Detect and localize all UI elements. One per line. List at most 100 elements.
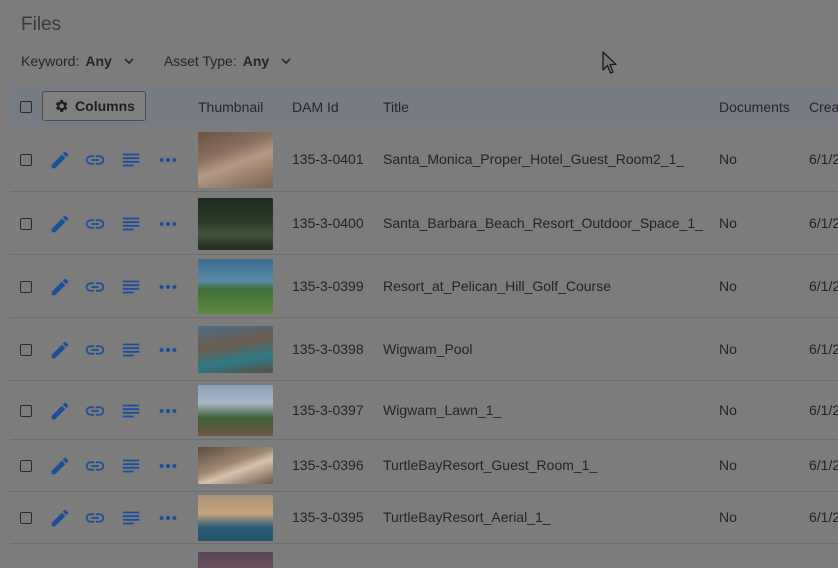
link-icon[interactable] — [84, 400, 106, 422]
files-page: Files Keyword: Any Asset Type: Any Colum… — [0, 0, 838, 568]
thumbnail-image[interactable] — [198, 132, 273, 188]
columns-button-label: Columns — [75, 98, 135, 114]
link-icon[interactable] — [84, 455, 106, 477]
thumbnail-image[interactable] — [198, 447, 273, 484]
list-icon[interactable] — [120, 400, 142, 422]
chevron-down-icon — [281, 58, 291, 65]
gear-icon — [55, 100, 68, 112]
thumbnail-image[interactable] — [198, 326, 273, 373]
table-row[interactable]: 135-3-0400 Santa_Barbara_Beach_Resort_Out… — [10, 192, 838, 255]
files-grid: Columns Thumbnail DAM Id Title Documents… — [10, 86, 838, 568]
created-cell: 6/1/2 — [809, 341, 838, 357]
pencil-icon[interactable] — [49, 213, 71, 235]
list-icon[interactable] — [120, 507, 142, 529]
documents-cell: No — [719, 151, 737, 167]
table-row[interactable]: 135-3-0399 Resort_at_Pelican_Hill_Golf_Co… — [10, 255, 838, 318]
documents-cell: No — [719, 215, 737, 231]
table-row[interactable]: 135-3-0398 Wigwam_Pool No 6/1/2 — [10, 318, 838, 381]
dam-id-column-header[interactable]: DAM Id — [292, 99, 339, 115]
pencil-icon[interactable] — [49, 400, 71, 422]
row-checkbox[interactable] — [20, 281, 32, 293]
keyword-filter-value: Any — [85, 53, 112, 69]
documents-cell: No — [719, 402, 737, 418]
page-title: Files — [21, 14, 62, 35]
link-icon[interactable] — [84, 276, 106, 298]
select-all-checkbox[interactable] — [20, 101, 32, 113]
dam-id-cell: 135-3-0397 — [292, 402, 364, 418]
link-icon[interactable] — [84, 507, 106, 529]
row-checkbox[interactable] — [20, 344, 32, 356]
table-row[interactable]: 135-3-0395 TurtleBayResort_Aerial_1_ No 6/1… — [10, 492, 838, 544]
link-icon[interactable] — [84, 339, 106, 361]
documents-cell: No — [719, 457, 737, 473]
documents-cell: No — [719, 341, 737, 357]
dam-id-cell: 135-3-0398 — [292, 341, 364, 357]
created-cell: 6/1/2 — [809, 457, 838, 473]
table-row[interactable]: 135-3-0401 Santa_Monica_Proper_Hotel_Gues… — [10, 127, 838, 192]
pencil-icon[interactable] — [49, 339, 71, 361]
mouse-cursor-icon — [602, 51, 617, 74]
dam-id-cell: 135-3-0401 — [292, 151, 364, 167]
thumbnail-image[interactable] — [198, 259, 273, 314]
dam-id-cell: 135-3-0396 — [292, 457, 364, 473]
title-cell[interactable]: Resort_at_Pelican_Hill_Golf_Course — [383, 278, 611, 294]
columns-button[interactable]: Columns — [42, 91, 146, 121]
more-horizontal-icon[interactable] — [157, 149, 179, 171]
thumbnail-image[interactable] — [198, 495, 273, 541]
table-row[interactable] — [10, 544, 838, 568]
asset-type-filter[interactable]: Asset Type: Any — [164, 53, 293, 69]
pencil-icon[interactable] — [49, 507, 71, 529]
title-cell[interactable]: Santa_Barbara_Beach_Resort_Outdoor_Space… — [383, 215, 703, 231]
more-horizontal-icon[interactable] — [157, 455, 179, 477]
keyword-filter[interactable]: Keyword: Any — [21, 53, 136, 69]
thumbnail-image[interactable] — [198, 385, 273, 436]
row-checkbox[interactable] — [20, 512, 32, 524]
documents-cell: No — [719, 278, 737, 294]
pencil-icon[interactable] — [49, 455, 71, 477]
pencil-icon[interactable] — [49, 276, 71, 298]
title-cell[interactable]: Wigwam_Pool — [383, 341, 472, 357]
table-row[interactable]: 135-3-0396 TurtleBayResort_Guest_Room_1_ N… — [10, 440, 838, 492]
more-horizontal-icon[interactable] — [157, 400, 179, 422]
asset-type-filter-label: Asset Type: — [163, 53, 237, 69]
chevron-down-icon — [124, 58, 134, 65]
dam-id-cell: 135-3-0399 — [292, 278, 364, 294]
more-horizontal-icon[interactable] — [157, 507, 179, 529]
thumbnail-column-header[interactable]: Thumbnail — [198, 99, 263, 115]
row-checkbox[interactable] — [20, 405, 32, 417]
list-icon[interactable] — [120, 149, 142, 171]
row-checkbox[interactable] — [20, 154, 32, 166]
dam-id-cell: 135-3-0395 — [292, 509, 364, 525]
more-horizontal-icon[interactable] — [157, 339, 179, 361]
table-row[interactable]: 135-3-0397 Wigwam_Lawn_1_ No 6/1/2 — [10, 381, 838, 440]
grid-body: 135-3-0401 Santa_Monica_Proper_Hotel_Gues… — [10, 127, 838, 568]
title-cell[interactable]: Santa_Monica_Proper_Hotel_Guest_Room2_1_ — [383, 151, 684, 167]
title-column-header[interactable]: Title — [383, 99, 409, 115]
title-cell[interactable]: TurtleBayResort_Aerial_1_ — [383, 509, 551, 525]
list-icon[interactable] — [120, 213, 142, 235]
list-icon[interactable] — [120, 339, 142, 361]
filter-bar: Keyword: Any Asset Type: Any — [21, 53, 293, 69]
created-cell: 6/1/2 — [809, 215, 838, 231]
more-horizontal-icon[interactable] — [157, 213, 179, 235]
documents-cell: No — [719, 509, 737, 525]
title-cell[interactable]: TurtleBayResort_Guest_Room_1_ — [383, 457, 597, 473]
documents-column-header[interactable]: Documents — [719, 99, 790, 115]
created-column-header[interactable]: Creat — [809, 99, 838, 115]
created-cell: 6/1/2 — [809, 509, 838, 525]
row-checkbox[interactable] — [20, 218, 32, 230]
link-icon[interactable] — [84, 149, 106, 171]
keyword-filter-label: Keyword: — [21, 53, 80, 69]
pencil-icon[interactable] — [49, 149, 71, 171]
list-icon[interactable] — [120, 455, 142, 477]
thumbnail-image[interactable] — [198, 552, 273, 568]
list-icon[interactable] — [120, 276, 142, 298]
link-icon[interactable] — [84, 213, 106, 235]
title-cell[interactable]: Wigwam_Lawn_1_ — [383, 402, 501, 418]
row-checkbox[interactable] — [20, 460, 32, 472]
thumbnail-image[interactable] — [198, 198, 273, 250]
grid-header: Columns Thumbnail DAM Id Title Documents… — [10, 86, 838, 127]
asset-type-filter-value: Any — [242, 53, 270, 69]
created-cell: 6/1/2 — [809, 402, 838, 418]
more-horizontal-icon[interactable] — [157, 276, 179, 298]
